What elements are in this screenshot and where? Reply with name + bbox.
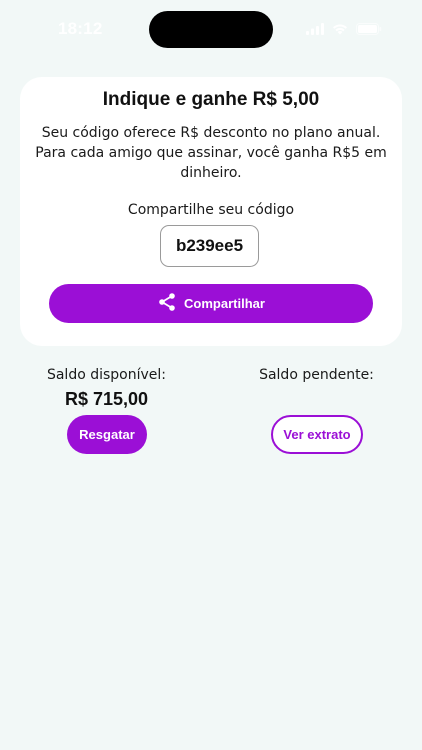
available-balance: Saldo disponível: R$ 715,00 xyxy=(40,367,173,411)
redeem-button-label: Resgatar xyxy=(79,427,135,442)
status-time: 18:12 xyxy=(58,19,103,38)
wifi-icon xyxy=(332,20,348,39)
referral-card: Indique e ganhe R$ 5,00 Seu código ofere… xyxy=(20,77,402,346)
share-icon xyxy=(157,292,177,315)
signal-icon xyxy=(306,20,324,39)
card-description: Seu código oferece R$ desconto no plano … xyxy=(35,125,387,181)
pending-balance-value xyxy=(250,389,383,411)
available-balance-value: R$ 715,00 xyxy=(64,389,149,409)
card-title: Indique e ganhe R$ 5,00 xyxy=(102,89,320,110)
share-button-label: Compartilhar xyxy=(184,296,265,311)
pending-balance: Saldo pendente: xyxy=(250,367,383,411)
referral-code: b239ee5 xyxy=(175,236,244,255)
share-button[interactable]: Compartilhar xyxy=(49,284,373,323)
share-caption: Compartilhe seu código xyxy=(127,202,295,218)
pending-balance-label: Saldo pendente: xyxy=(259,367,374,383)
view-statement-button[interactable]: Ver extrato xyxy=(271,415,363,454)
status-icons xyxy=(306,20,382,39)
view-statement-button-label: Ver extrato xyxy=(283,427,351,442)
available-balance-label: Saldo disponível: xyxy=(46,367,167,383)
battery-icon xyxy=(356,20,382,39)
referral-code-box[interactable]: b239ee5 xyxy=(160,225,259,267)
dynamic-island xyxy=(149,11,273,48)
redeem-button[interactable]: Resgatar xyxy=(67,415,147,454)
status-bar: 18:12 xyxy=(0,0,422,56)
